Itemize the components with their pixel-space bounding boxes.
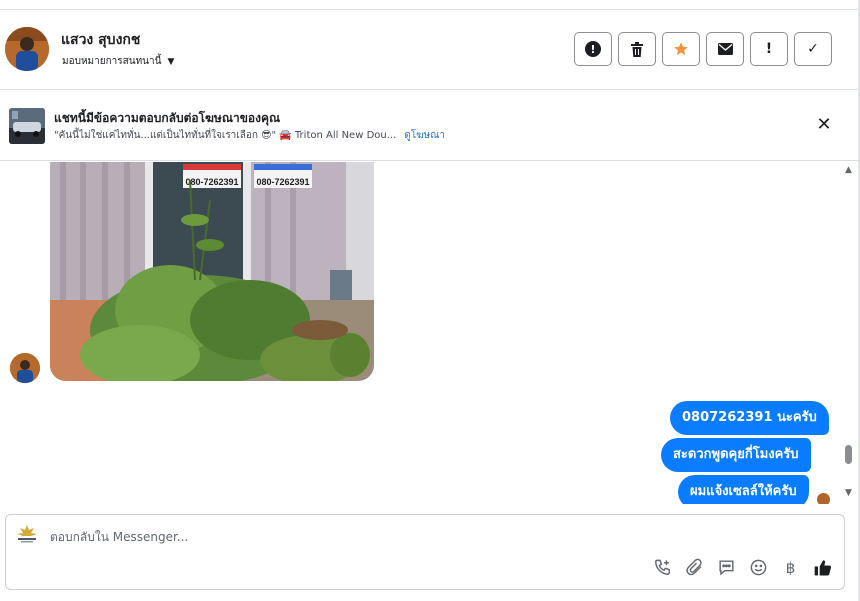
circle-exclamation-icon: ! [585, 41, 601, 57]
star-icon [674, 42, 688, 55]
scroll-up-arrow-icon[interactable]: ▲ [845, 165, 852, 175]
phone-plus-icon[interactable] [652, 557, 673, 578]
sent-message-bubble[interactable]: ผมแจ้งเซลล์ให้ครับ [678, 475, 809, 504]
thumbs-up-icon[interactable] [812, 557, 833, 578]
view-ad-link[interactable]: ดูโฆษณา [404, 130, 445, 141]
reply-input[interactable] [50, 527, 610, 547]
received-photo[interactable]: 080-7262391 080-7262391 [50, 162, 374, 381]
page-logo [15, 524, 39, 544]
top-divider [0, 0, 860, 10]
header-actions: ! ! ✓ [574, 32, 832, 66]
scroll-thumb[interactable] [845, 445, 852, 464]
message-thread[interactable]: 080-7262391 080-7262391 0807262391 นะครั… [0, 162, 858, 504]
phone-sign-left: 080-7262391 [185, 177, 238, 187]
follow-up-button[interactable]: ! [750, 32, 788, 66]
star-button[interactable] [662, 32, 700, 66]
composer-toolbar: ฿ [652, 557, 833, 578]
contact-avatar-small[interactable] [10, 353, 40, 383]
paperclip-icon[interactable] [684, 557, 705, 578]
scroll-down-arrow-icon[interactable]: ▼ [845, 488, 852, 498]
sent-message-bubble[interactable]: สะดวกพูดคุยกี่โมงครับ [661, 438, 811, 472]
emoji-icon[interactable] [748, 557, 769, 578]
check-icon: ✓ [807, 41, 819, 57]
mark-done-button[interactable]: ✓ [794, 32, 832, 66]
ad-reply-banner: แชทนี้มีข้อความตอบกลับต่อโฆษณาของคุณ "คั… [0, 91, 858, 161]
exclamation-icon: ! [765, 41, 773, 57]
baht-icon[interactable]: ฿ [780, 557, 801, 578]
chevron-down-icon: ▼ [167, 56, 175, 67]
assign-conversation-dropdown[interactable]: มอบหมายการสนทนานี้ ▼ [62, 54, 174, 69]
baht-glyph: ฿ [785, 558, 796, 577]
sent-message-bubble[interactable]: 0807262391 นะครับ [670, 401, 829, 435]
envelope-icon [717, 43, 733, 55]
delete-button[interactable] [618, 32, 656, 66]
trash-icon [631, 41, 643, 57]
close-icon[interactable]: ✕ [814, 115, 834, 135]
thread-scrollbar[interactable]: ▲ ▼ [842, 162, 856, 504]
contact-name[interactable]: แสวง สุบงกช [61, 29, 140, 51]
report-spam-button[interactable]: ! [574, 32, 612, 66]
messenger-inbox-panel: แสวง สุบงกช มอบหมายการสนทนานี้ ▼ ! ! ✓ แ… [0, 0, 860, 601]
mark-unread-button[interactable] [706, 32, 744, 66]
seen-indicator-avatar [817, 493, 830, 504]
avatar[interactable] [5, 27, 49, 71]
reply-composer: ฿ [5, 514, 845, 590]
ad-banner-title: แชทนี้มีข้อความตอบกลับต่อโฆษณาของคุณ [54, 111, 281, 125]
ad-banner-subtitle: "คันนี้ไม่ใช่แค่ไททั่น...แต่เป็นไททั่นที… [54, 128, 445, 143]
saved-reply-icon[interactable] [716, 557, 737, 578]
conversation-header: แสวง สุบงกช มอบหมายการสนทนานี้ ▼ ! ! ✓ [0, 10, 858, 90]
assign-label: มอบหมายการสนทนานี้ [62, 56, 162, 67]
ad-caption: "คันนี้ไม่ใช่แค่ไททั่น...แต่เป็นไททั่นที… [54, 130, 397, 141]
ad-thumbnail[interactable] [9, 108, 45, 144]
phone-sign-right: 080-7262391 [256, 177, 309, 187]
